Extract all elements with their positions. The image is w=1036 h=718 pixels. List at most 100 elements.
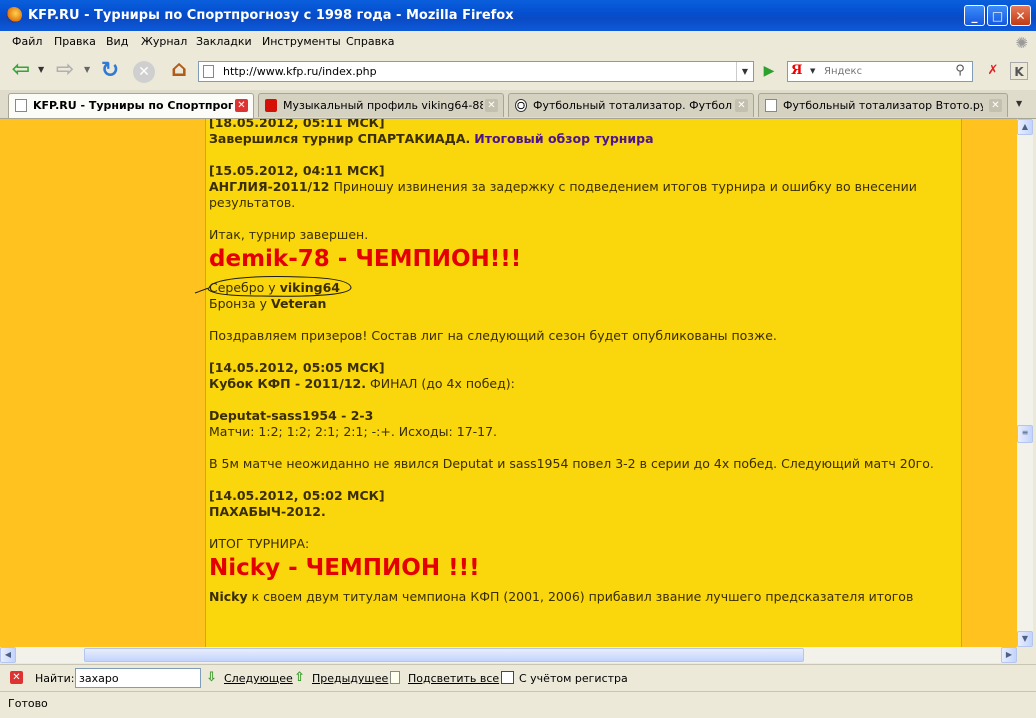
title-bar: KFP.RU - Турниры по Спортпрогнозу с 1998… xyxy=(0,0,1036,31)
news-title: ПАХАБЫЧ-2012. xyxy=(209,504,326,519)
menu-file[interactable]: Файл xyxy=(12,35,42,48)
scrollbar-thumb[interactable]: ≡ xyxy=(1017,425,1033,443)
close-tab-icon[interactable]: ✕ xyxy=(735,99,748,112)
news-subtitle: ФИНАЛ (до 4х побед): xyxy=(369,376,515,391)
scroll-left-icon[interactable]: ◀ xyxy=(0,647,16,663)
tab-kfp[interactable]: KFP.RU - Турниры по Спортпрог... ✕ xyxy=(8,93,254,118)
tab-label: Футбольный тотализатор. Футбол ... xyxy=(533,99,733,112)
activity-throbber-icon: ✺ xyxy=(1015,34,1028,52)
maximize-button[interactable]: □ xyxy=(987,5,1008,26)
news-title: АНГЛИЯ-2011/12 xyxy=(209,179,330,194)
url-dropdown-icon[interactable]: ▼ xyxy=(736,62,753,81)
back-icon[interactable]: ⇦ xyxy=(8,59,34,82)
news-content: [18.05.2012, 05:11 МСК] Завершился турни… xyxy=(194,119,951,605)
result-label: ИТОГ ТУРНИРА: xyxy=(209,536,310,551)
scroll-up-icon[interactable]: ▲ xyxy=(1017,119,1033,135)
menu-help[interactable]: Справка xyxy=(346,35,394,48)
champion-heading: Nicky - ЧЕМПИОН !!! xyxy=(209,555,480,581)
menu-edit[interactable]: Правка xyxy=(54,35,96,48)
tab-label: Футбольный тотализатор Втото.ру ... xyxy=(783,99,983,112)
page-icon xyxy=(765,99,777,112)
menu-bar: Файл Правка Вид Журнал Закладки Инструме… xyxy=(0,31,1036,53)
url-bar[interactable]: ▼ xyxy=(198,61,754,82)
menu-view[interactable]: Вид xyxy=(106,35,128,48)
magnifier-icon[interactable]: ⚲ xyxy=(950,62,970,80)
tournament-review-link[interactable]: Итоговый обзор турнира xyxy=(474,131,653,146)
tab-label: KFP.RU - Турниры по Спортпрог... xyxy=(33,99,233,112)
tab-vtoto[interactable]: Футбольный тотализатор Втото.ру ... ✕ xyxy=(758,93,1008,117)
scroll-down-icon[interactable]: ▼ xyxy=(1017,631,1033,647)
home-icon[interactable]: ⌂ xyxy=(166,58,192,82)
stop-icon[interactable]: ✕ xyxy=(133,61,155,83)
highlight-all-button[interactable]: Подсветить все xyxy=(408,672,499,685)
horizontal-scrollbar[interactable]: ◀ ▶ xyxy=(0,647,1017,663)
close-tab-icon[interactable]: ✕ xyxy=(989,99,1002,112)
scroll-right-icon[interactable]: ▶ xyxy=(1001,647,1017,663)
minimize-button[interactable]: _ xyxy=(964,5,985,26)
find-bar: ✕ Найти: ⇩ Следующее ⇧ Предыдущее Подсве… xyxy=(0,664,1036,692)
match-details: Матчи: 1:2; 1:2; 2:1; 2:1; -:+. Исходы: … xyxy=(209,424,498,439)
congrats-text: Поздравляем призеров! Состав лиг на след… xyxy=(209,328,777,343)
player-name: Nicky xyxy=(209,589,248,604)
match-case-label[interactable]: С учётом регистра xyxy=(519,672,628,685)
status-bar: Готово xyxy=(0,691,1036,718)
highlight-icon[interactable] xyxy=(390,671,400,684)
news-text: В 5м матче неожиданно не явился Deputat … xyxy=(209,456,934,471)
vertical-scrollbar[interactable]: ▲ ≡ ▼ xyxy=(1017,119,1033,647)
news-item: [15.05.2012, 04:11 МСК] АНГЛИЯ-2011/12 П… xyxy=(209,163,951,211)
search-bar[interactable]: Я ▼ xyxy=(787,61,973,82)
find-next-button[interactable]: Следующее xyxy=(224,672,293,685)
find-previous-button[interactable]: Предыдущее xyxy=(312,672,388,685)
news-date: [18.05.2012, 05:11 МСК] xyxy=(209,119,385,130)
news-title: Кубок КФП - 2011/12. xyxy=(209,376,366,391)
handdrawn-circle-annotation xyxy=(194,276,352,297)
menu-history[interactable]: Журнал xyxy=(141,35,187,48)
forward-icon[interactable]: ⇨ xyxy=(52,59,78,82)
arrow-down-icon[interactable]: ⇩ xyxy=(206,670,217,685)
extension-icon[interactable]: ✗ xyxy=(984,62,1002,80)
news-item: [14.05.2012, 05:05 МСК] Кубок КФП - 2011… xyxy=(209,360,951,392)
close-tab-icon[interactable]: ✕ xyxy=(485,99,498,112)
status-text: Готово xyxy=(8,697,48,710)
find-label: Найти: xyxy=(35,672,75,685)
silver-line: Серебро у viking64 xyxy=(194,276,951,297)
scrollbar-thumb[interactable] xyxy=(84,648,804,662)
menu-tools[interactable]: Инструменты xyxy=(262,35,341,48)
addon-button-icon[interactable]: K xyxy=(1010,62,1028,80)
close-find-bar-icon[interactable]: ✕ xyxy=(10,671,23,684)
page-icon xyxy=(203,65,214,78)
window-title: KFP.RU - Турниры по Спортпрогнозу с 1998… xyxy=(28,8,514,23)
reload-icon[interactable]: ↻ xyxy=(98,60,122,84)
news-text: Завершился турнир СПАРТАКИАДА. xyxy=(209,131,471,146)
arrow-up-icon[interactable]: ⇧ xyxy=(294,670,305,685)
search-engine-dropdown-icon[interactable]: ▼ xyxy=(810,67,815,75)
news-item: [14.05.2012, 05:02 МСК] ПАХАБЫЧ-2012. xyxy=(209,488,951,520)
close-tab-icon[interactable]: ✕ xyxy=(235,99,248,112)
match-case-checkbox[interactable] xyxy=(501,671,514,684)
news-date: [14.05.2012, 05:05 МСК] xyxy=(209,360,385,375)
go-icon[interactable]: ▶ xyxy=(759,61,779,81)
forward-history-dropdown-icon[interactable]: ▼ xyxy=(84,65,90,74)
url-input[interactable] xyxy=(221,64,735,79)
tab-bar: KFP.RU - Турниры по Спортпрог... ✕ Музык… xyxy=(0,90,1036,119)
close-button[interactable]: ✕ xyxy=(1010,5,1031,26)
back-history-dropdown-icon[interactable]: ▼ xyxy=(38,65,44,74)
news-column: [18.05.2012, 05:11 МСК] Завершился турни… xyxy=(194,119,962,647)
find-input[interactable] xyxy=(75,668,201,688)
yandex-logo-icon[interactable]: Я xyxy=(791,63,802,78)
tab-football-totalizator[interactable]: Футбольный тотализатор. Футбол ... ✕ xyxy=(508,93,754,117)
lastfm-icon xyxy=(265,99,277,112)
tab-lastfm[interactable]: Музыкальный профиль viking64-88 ... ✕ xyxy=(258,93,504,117)
menu-bookmarks[interactable]: Закладки xyxy=(196,35,252,48)
news-text-fragment: к своем двум титулам чемпиона КФП (2001,… xyxy=(251,589,914,604)
news-item: [18.05.2012, 05:11 МСК] Завершился турни… xyxy=(209,119,951,147)
match-block: Deputat-sass1954 - 2-3 Матчи: 1:2; 1:2; … xyxy=(209,408,951,440)
tab-label: Музыкальный профиль viking64-88 ... xyxy=(283,99,483,112)
news-text: Nicky к своем двум титулам чемпиона КФП … xyxy=(209,589,951,605)
champion-heading: demik-78 - ЧЕМПИОН!!! xyxy=(209,246,522,272)
tab-list-dropdown-icon[interactable]: ▼ xyxy=(1016,99,1022,108)
match-result: Deputat-sass1954 - 2-3 xyxy=(209,408,374,423)
search-input[interactable] xyxy=(822,65,946,78)
page-viewport: [18.05.2012, 05:11 МСК] Завершился турни… xyxy=(0,119,1017,647)
news-date: [14.05.2012, 05:02 МСК] xyxy=(209,488,385,503)
